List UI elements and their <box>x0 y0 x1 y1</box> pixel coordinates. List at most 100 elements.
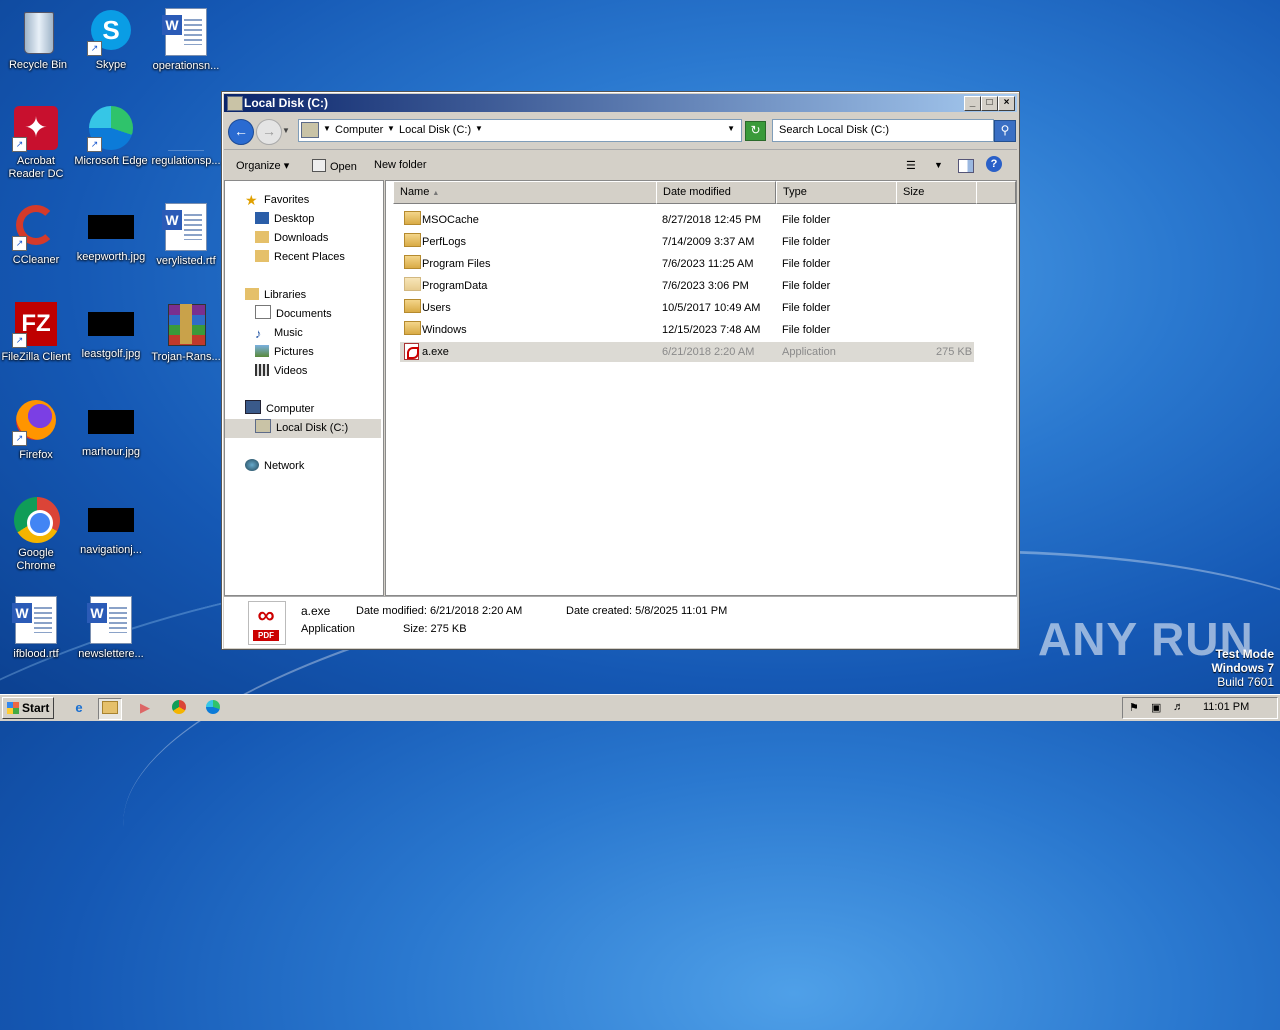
desktop-icon-newsletter[interactable]: W newslettere... <box>73 596 149 661</box>
maximize-button[interactable]: □ <box>981 96 998 111</box>
close-button[interactable]: × <box>998 96 1015 111</box>
start-button[interactable]: Start <box>2 697 54 719</box>
image-thumbnail <box>88 410 134 434</box>
explorer-window: Local Disk (C:) _ □ × ← → ▼ ▼ Computer ▼… <box>221 91 1020 650</box>
table-row[interactable]: ProgramData 7/6/2023 3:06 PM File folder <box>400 276 974 296</box>
image-thumbnail <box>88 312 134 336</box>
desktop-icon-ifblood[interactable]: W ifblood.rtf <box>0 596 74 661</box>
desktop-icon-leastgolf[interactable]: leastgolf.jpg <box>73 300 149 361</box>
new-folder-button[interactable]: New folder <box>374 159 427 171</box>
desktop-icon-navigation[interactable]: navigationj... <box>73 496 149 557</box>
nav-favorites[interactable]: ★ Favorites <box>245 191 309 210</box>
table-row[interactable]: Windows 12/15/2023 7:48 AM File folder <box>400 320 974 340</box>
minimize-button[interactable]: _ <box>964 96 981 111</box>
details-size: Size: 275 KB <box>403 623 467 635</box>
recent-pages-chevron-icon[interactable]: ▼ <box>282 126 290 135</box>
breadcrumb-computer[interactable]: Computer <box>335 124 383 136</box>
desktop-icon-skype[interactable]: S ↗ Skype <box>73 8 149 72</box>
nav-local-disk[interactable]: Local Disk (C:) <box>225 419 381 438</box>
nav-music[interactable]: ♪ Music <box>255 324 303 343</box>
chrome-icon <box>12 496 60 544</box>
nav-documents[interactable]: Documents <box>255 305 332 324</box>
address-bar[interactable]: ▼ Computer ▼ Local Disk (C:) ▼ ▼ <box>298 119 742 142</box>
address-dropdown-icon[interactable]: ▼ <box>727 124 735 133</box>
desktop-icon-chrome[interactable]: Google Chrome <box>0 496 74 573</box>
details-pane: ∞ PDF a.exe Application Date modified: 6… <box>224 596 1017 648</box>
desktop-icon-recycle-bin[interactable]: Recycle Bin <box>0 8 76 72</box>
column-spacer <box>976 181 1016 204</box>
explorer-taskbar-button[interactable] <box>98 698 122 720</box>
open-button[interactable]: Open <box>312 159 357 173</box>
forward-button[interactable]: → <box>256 119 282 145</box>
desktop-icon-trojan[interactable]: Trojan-Rans... <box>148 300 224 364</box>
internet-explorer-icon[interactable]: e <box>68 698 90 718</box>
desktop-icon-ccleaner[interactable]: ↗ CCleaner <box>0 203 74 267</box>
nav-videos[interactable]: Videos <box>255 362 307 381</box>
windows-logo-icon <box>7 702 19 714</box>
recycle-bin-icon <box>14 8 62 56</box>
taskbar: Start e ▶ ⚑ ▣ ♬ 11:01 PM <box>0 694 1280 721</box>
nav-computer[interactable]: Computer <box>245 400 314 419</box>
title-bar[interactable]: Local Disk (C:) _ □ × <box>224 94 1017 112</box>
nav-libraries[interactable]: Libraries <box>245 286 306 305</box>
desktop-icon-regulations[interactable]: regulationsp... <box>148 104 224 168</box>
test-mode-notice: Test Mode Windows 7 Build 7601 <box>1211 647 1274 689</box>
refresh-button[interactable]: ↻ <box>745 121 766 141</box>
word-document-icon: W <box>12 596 57 644</box>
details-type: Application <box>301 623 355 635</box>
volume-icon[interactable]: ♬ <box>1173 701 1184 713</box>
chrome-icon[interactable] <box>168 698 190 718</box>
breadcrumb-local-disk[interactable]: Local Disk (C:) <box>399 124 471 136</box>
desktop-icon-filezilla[interactable]: FZ ↗ FileZilla Client <box>0 300 74 364</box>
documents-icon <box>255 305 271 319</box>
breadcrumb-chevron-icon[interactable]: ▼ <box>475 124 483 133</box>
desktop-icon-operations[interactable]: W operationsn... <box>148 8 224 73</box>
network-tray-icon[interactable]: ▣ <box>1151 701 1161 714</box>
column-name[interactable]: Name ▲ <box>393 181 657 204</box>
sort-ascending-icon: ▲ <box>432 190 440 197</box>
media-player-icon[interactable]: ▶ <box>134 698 156 718</box>
nav-network[interactable]: Network <box>245 457 304 476</box>
desktop-icon-firefox[interactable]: ↗ Firefox <box>0 398 74 462</box>
address-row: ← → ▼ ▼ Computer ▼ Local Disk (C:) ▼ ▼ ↻… <box>224 114 1017 148</box>
breadcrumb-chevron-icon[interactable]: ▼ <box>323 124 331 133</box>
column-date-modified[interactable]: Date modified <box>656 181 776 204</box>
nav-desktop[interactable]: Desktop <box>255 210 314 229</box>
table-row-selected[interactable]: a.exe 6/21/2018 2:20 AM Application 275 … <box>400 342 974 362</box>
edge-icon[interactable] <box>202 698 224 718</box>
table-row[interactable]: PerfLogs 7/14/2009 3:37 AM File folder <box>400 232 974 252</box>
view-dropdown-icon[interactable]: ▼ <box>934 160 943 170</box>
videos-icon <box>255 364 269 376</box>
table-row[interactable]: MSOCache 8/27/2018 12:45 PM File folder <box>400 210 974 230</box>
drive-icon <box>255 419 271 433</box>
drive-icon <box>301 122 319 138</box>
computer-icon <box>245 400 261 414</box>
drive-icon <box>227 96 243 111</box>
search-input[interactable]: Search Local Disk (C:) <box>772 119 994 142</box>
nav-downloads[interactable]: Downloads <box>255 229 328 248</box>
word-document-icon: W <box>87 596 132 644</box>
desktop-icon-acrobat[interactable]: ✦ ↗ Acrobat Reader DC <box>0 104 74 181</box>
search-icon[interactable]: ⚲ <box>994 120 1016 142</box>
clock[interactable]: 11:01 PM <box>1203 701 1249 713</box>
organize-menu[interactable]: Organize ▾ <box>236 159 289 172</box>
back-button[interactable]: ← <box>228 119 254 145</box>
preview-pane-icon[interactable] <box>958 159 974 173</box>
help-icon[interactable]: ? <box>986 156 1002 172</box>
column-type[interactable]: Type <box>776 181 897 204</box>
desktop-icon-verylisted[interactable]: W verylisted.rtf <box>148 203 224 268</box>
desktop-icon-marhour[interactable]: marhour.jpg <box>73 398 149 459</box>
desktop-icon-edge[interactable]: ↗ Microsoft Edge <box>73 104 149 168</box>
nav-pictures[interactable]: Pictures <box>255 343 314 362</box>
acrobat-icon: ✦ ↗ <box>12 104 60 152</box>
nav-recent-places[interactable]: Recent Places <box>255 248 345 267</box>
details-created: Date created: 5/8/2025 11:01 PM <box>566 605 728 617</box>
column-size[interactable]: Size <box>896 181 977 204</box>
table-row[interactable]: Program Files 7/6/2023 11:25 AM File fol… <box>400 254 974 274</box>
breadcrumb-chevron-icon[interactable]: ▼ <box>387 124 395 133</box>
flag-icon[interactable]: ⚑ <box>1129 701 1139 714</box>
view-options-icon[interactable]: ☰ <box>906 159 916 172</box>
table-row[interactable]: Users 10/5/2017 10:49 AM File folder <box>400 298 974 318</box>
desktop-icon-keepworth[interactable]: keepworth.jpg <box>73 203 149 264</box>
recent-places-icon <box>255 250 269 262</box>
